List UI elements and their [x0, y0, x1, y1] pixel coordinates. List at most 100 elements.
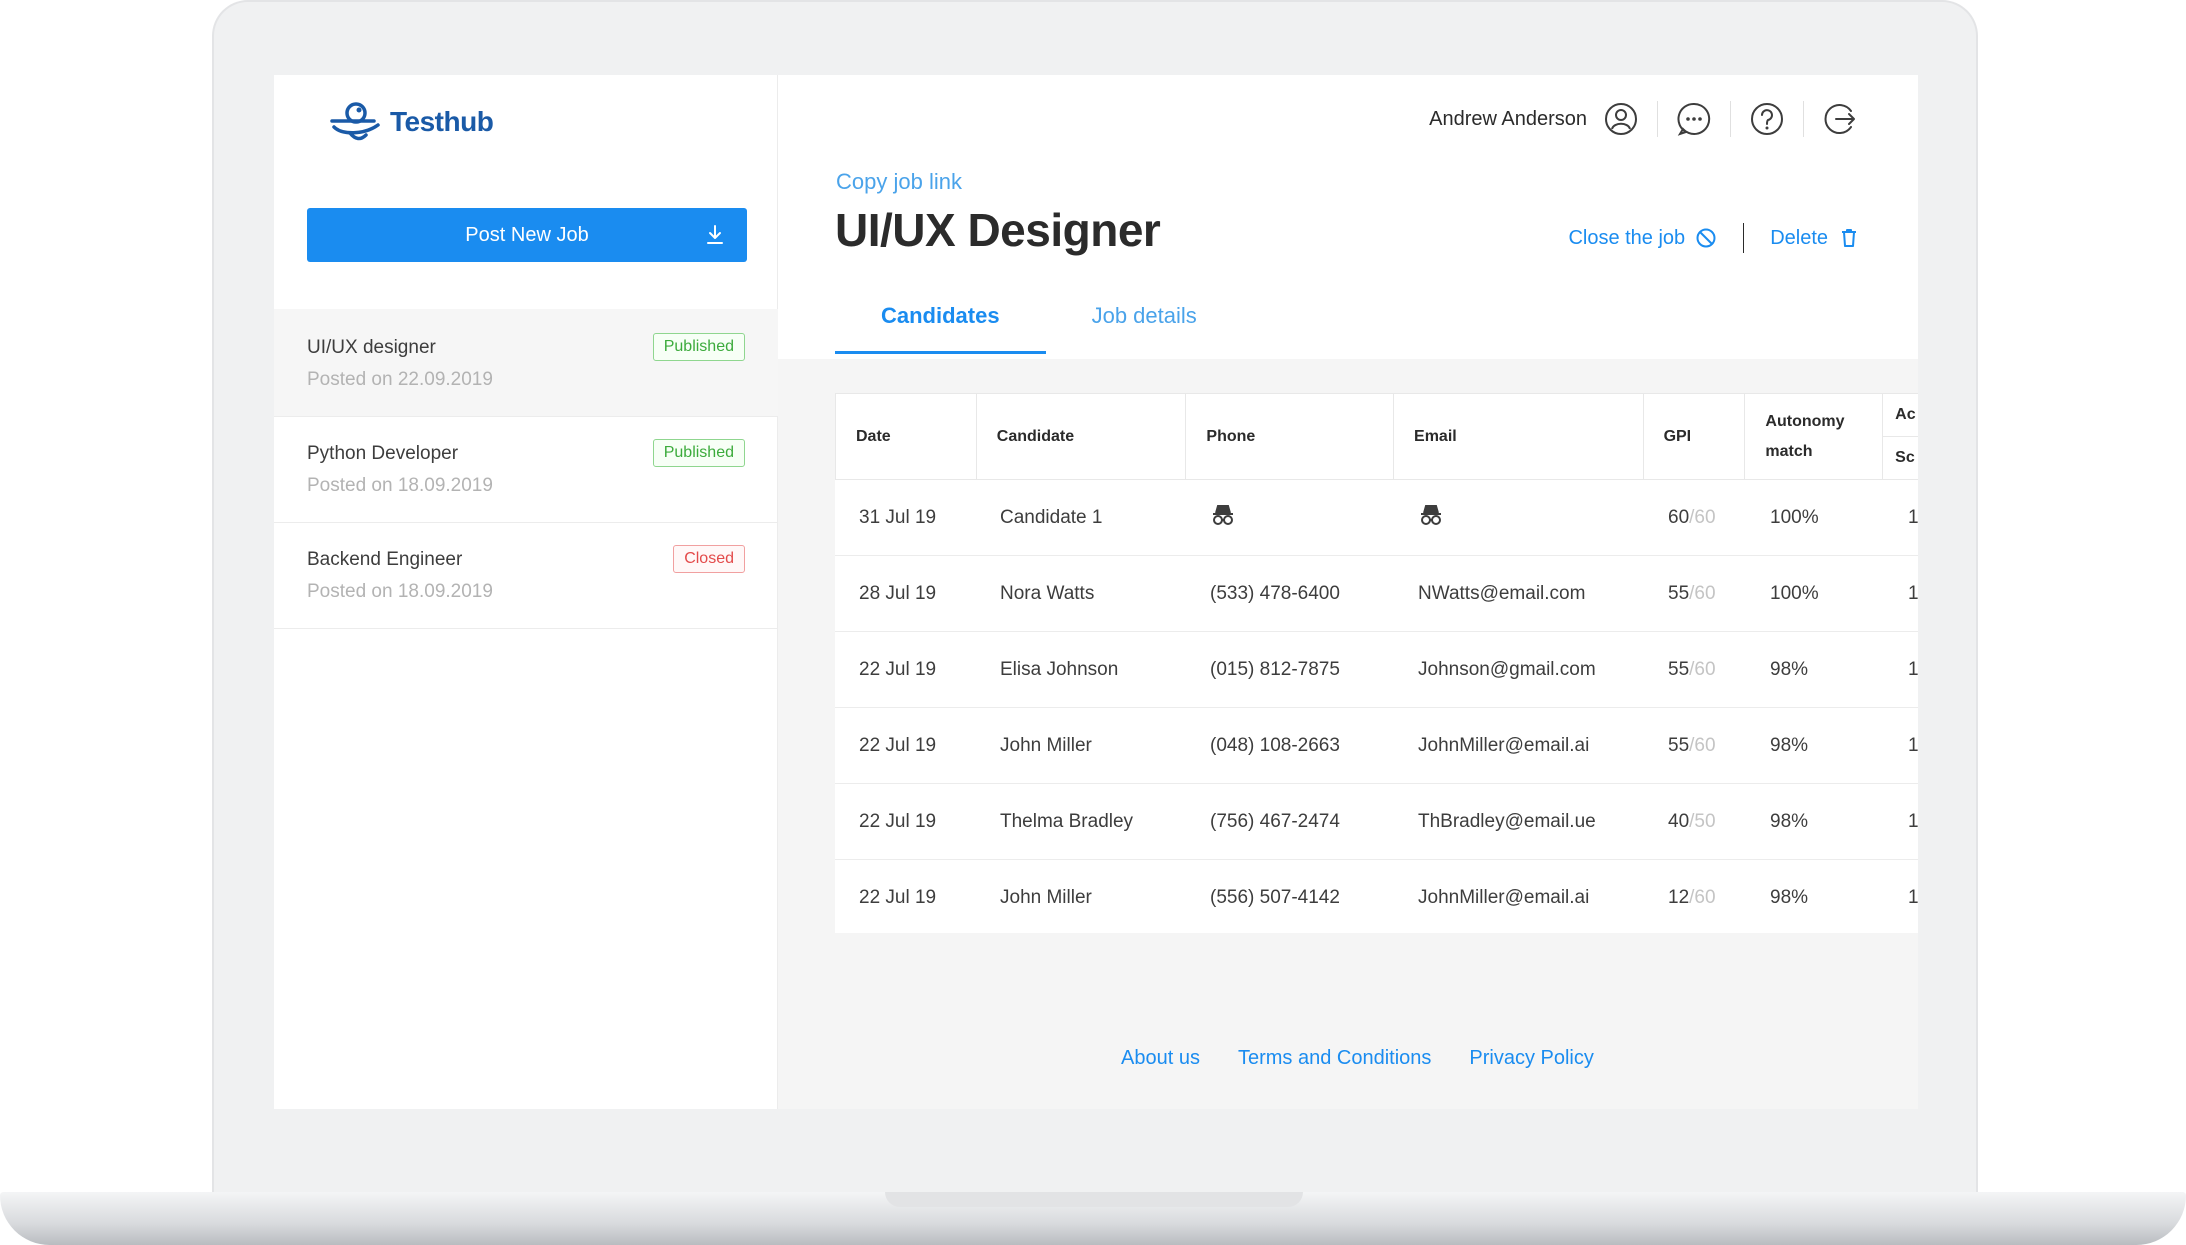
column-header-extra-bottom: Sc	[1895, 448, 1915, 466]
delete-job-button[interactable]: Delete	[1770, 227, 1860, 250]
cell-phone: (015) 812-7875	[1210, 658, 1340, 680]
cell-email[interactable]: JohnMiller@email.ai	[1394, 735, 1644, 757]
cell-date: 22 Jul 19	[859, 658, 937, 680]
cell-email[interactable]: ThBradley@email.ue	[1394, 811, 1644, 833]
column-header-phone[interactable]: Phone	[1186, 394, 1395, 479]
cell-phone: (756) 467-2474	[1210, 810, 1340, 832]
cell-candidate[interactable]: John Miller	[976, 887, 1186, 909]
table-header: Date Candidate Phone Email GPI Autonomy …	[835, 393, 1918, 480]
column-header-autonomy[interactable]: Autonomy match	[1745, 394, 1884, 479]
cell-candidate[interactable]: Nora Watts	[976, 583, 1186, 605]
gpi-score: 60	[1668, 506, 1690, 528]
table-row[interactable]: 22 Jul 19 Elisa Johnson (015) 812-7875 John…	[835, 632, 1918, 708]
app-screen: Testhub Post New Job UI/UX designer Post…	[274, 75, 1918, 1109]
incognito-icon	[1213, 504, 1233, 525]
cell-email[interactable]: Johnson@gmail.com	[1394, 659, 1644, 681]
close-job-label: Close the job	[1568, 226, 1686, 249]
table-row[interactable]: 31 Jul 19 Candidate 1 60/60 100% 15	[835, 480, 1918, 556]
tab-job-details[interactable]: Job details	[1046, 303, 1243, 354]
status-badge: Closed	[673, 545, 745, 573]
cell-candidate[interactable]: Thelma Bradley	[976, 811, 1186, 833]
testhub-logo-icon	[330, 102, 380, 141]
cell-extra: 15	[1908, 582, 1918, 604]
cell-autonomy: 98%	[1770, 658, 1809, 680]
cell-autonomy: 98%	[1770, 734, 1809, 756]
column-header-autonomy-line2: match	[1765, 442, 1813, 460]
incognito-icon	[1421, 504, 1441, 525]
job-list-item[interactable]: UI/UX designer Posted on 22.09.2019 Publ…	[274, 309, 778, 417]
block-icon	[1696, 228, 1716, 248]
footer-link-terms[interactable]: Terms and Conditions	[1238, 1047, 1431, 1070]
cell-date: 22 Jul 19	[859, 810, 937, 832]
job-list-item[interactable]: Backend Engineer Posted on 18.09.2019 Cl…	[274, 523, 778, 629]
cell-extra: 12	[1908, 886, 1918, 908]
cell-phone-hidden	[1186, 503, 1394, 533]
footer: About us Terms and Conditions Privacy Po…	[1121, 1047, 1594, 1070]
cell-date: 22 Jul 19	[859, 734, 937, 756]
cell-candidate[interactable]: John Miller	[976, 735, 1186, 757]
column-header-date[interactable]: Date	[836, 394, 977, 479]
post-new-job-button[interactable]: Post New Job	[307, 208, 747, 262]
gpi-total: /50	[1689, 810, 1716, 832]
cell-gpi: 40/50	[1644, 811, 1746, 833]
tab-candidates[interactable]: Candidates	[835, 303, 1046, 354]
gpi-score: 40	[1668, 810, 1690, 832]
table-row[interactable]: 22 Jul 19 Thelma Bradley (756) 467-2474 ThB…	[835, 784, 1918, 860]
help-icon[interactable]	[1749, 101, 1785, 137]
chat-icon[interactable]	[1676, 101, 1712, 137]
job-list-item[interactable]: Python Developer Posted on 18.09.2019 Pu…	[274, 417, 778, 523]
cell-candidate[interactable]: Candidate 1	[976, 507, 1186, 529]
delete-label: Delete	[1770, 226, 1828, 249]
gpi-score: 55	[1668, 658, 1690, 680]
footer-link-privacy[interactable]: Privacy Policy	[1469, 1047, 1593, 1070]
gpi-total: /60	[1689, 658, 1716, 680]
status-badge: Published	[652, 439, 745, 467]
copy-job-link[interactable]: Copy job link	[836, 169, 962, 195]
column-header-gpi[interactable]: GPI	[1644, 394, 1746, 479]
cell-candidate[interactable]: Elisa Johnson	[976, 659, 1186, 681]
gpi-score: 55	[1668, 582, 1690, 604]
footer-link-about[interactable]: About us	[1121, 1047, 1200, 1070]
cell-phone: (048) 108-2663	[1210, 734, 1340, 756]
cell-phone: (533) 478-6400	[1210, 582, 1340, 604]
job-date: Posted on 18.09.2019	[307, 475, 493, 496]
logout-icon[interactable]	[1822, 101, 1858, 137]
cell-gpi: 55/60	[1644, 659, 1746, 681]
page-title: UI/UX Designer	[835, 204, 1161, 256]
candidates-table: Date Candidate Phone Email GPI Autonomy …	[835, 393, 1918, 933]
column-header-email[interactable]: Email	[1394, 394, 1644, 479]
trash-icon	[1842, 229, 1856, 247]
column-header-candidate[interactable]: Candidate	[977, 394, 1187, 479]
cell-extra: 12	[1908, 810, 1918, 832]
gpi-score: 55	[1668, 734, 1690, 756]
cell-email[interactable]: NWatts@email.com	[1394, 583, 1644, 605]
column-header-extra[interactable]: Ac Sc	[1883, 394, 1918, 479]
table-row[interactable]: 22 Jul 19 John Miller (556) 507-4142 JohnMi…	[835, 860, 1918, 933]
user-icon[interactable]	[1603, 101, 1639, 137]
job-actions: Close the job Delete	[1568, 223, 1860, 253]
user-bar: Andrew Anderson	[1429, 101, 1858, 137]
header-divider	[1730, 101, 1731, 137]
cell-gpi: 12/60	[1644, 887, 1746, 909]
job-header: Andrew Anderson Copy job link UI/UX Desi…	[778, 75, 1918, 359]
cell-extra: 12	[1908, 658, 1918, 680]
gpi-total: /60	[1689, 582, 1716, 604]
header-divider	[1803, 101, 1804, 137]
user-name[interactable]: Andrew Anderson	[1429, 108, 1587, 131]
column-header-autonomy-line1: Autonomy	[1765, 412, 1845, 430]
cell-date: 22 Jul 19	[859, 886, 937, 908]
logo-text: Testhub	[390, 106, 494, 137]
table-row[interactable]: 22 Jul 19 John Miller (048) 108-2663 JohnMi…	[835, 708, 1918, 784]
close-job-button[interactable]: Close the job	[1568, 227, 1717, 250]
cell-gpi: 55/60	[1644, 735, 1746, 757]
table-row[interactable]: 28 Jul 19 Nora Watts (533) 478-6400 NWatts@…	[835, 556, 1918, 632]
cell-phone: (556) 507-4142	[1210, 886, 1340, 908]
cell-email[interactable]: JohnMiller@email.ai	[1394, 887, 1644, 909]
cell-date: 31 Jul 19	[859, 506, 937, 528]
header-divider	[1657, 101, 1658, 137]
logo[interactable]: Testhub	[328, 99, 494, 145]
gpi-total: /60	[1689, 886, 1716, 908]
gpi-score: 12	[1668, 886, 1690, 908]
post-new-job-label: Post New Job	[465, 223, 589, 246]
cell-autonomy: 100%	[1770, 582, 1819, 604]
